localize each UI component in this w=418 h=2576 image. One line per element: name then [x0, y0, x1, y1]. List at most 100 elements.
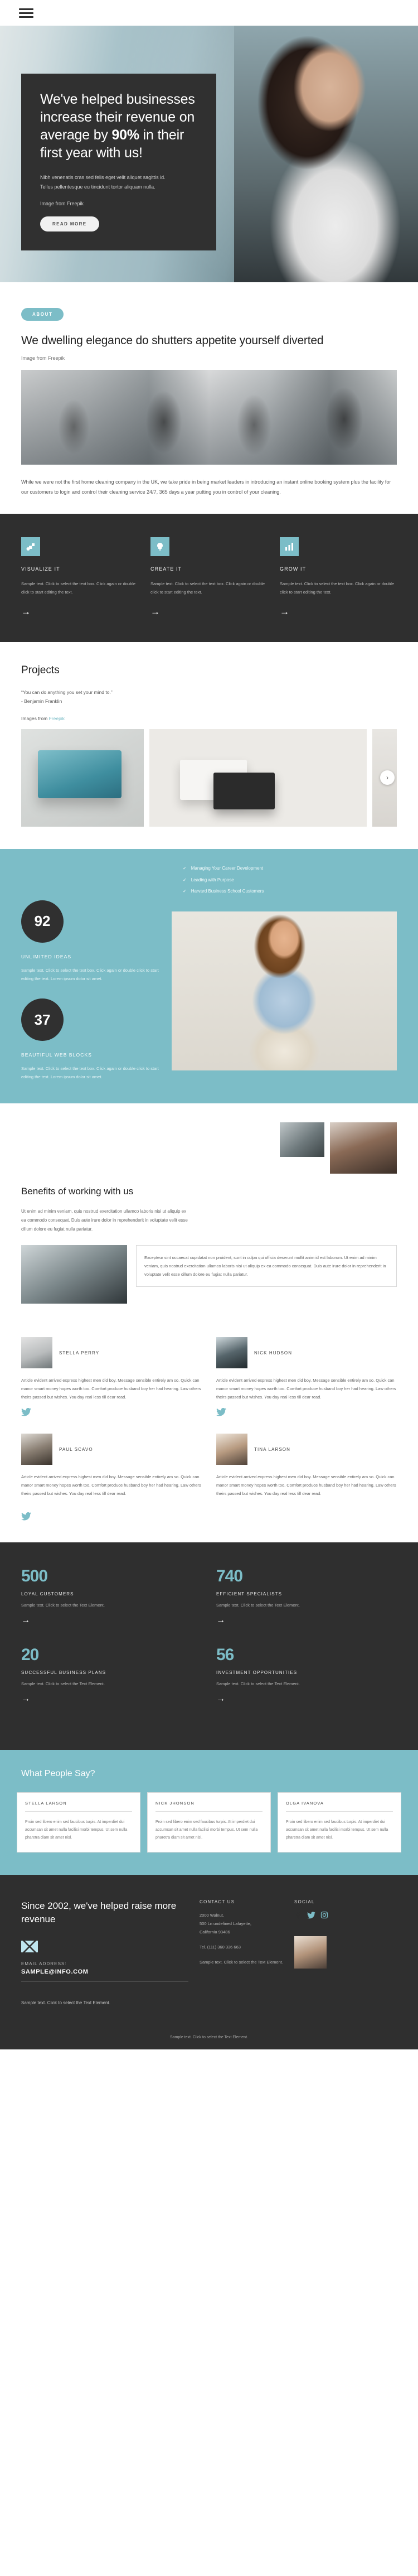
about-tag-badge: ABOUT: [21, 308, 64, 321]
dark-stat-number: 740: [216, 1567, 243, 1586]
testimonial-row: STELLA PERRY Article evident arrived exp…: [21, 1337, 397, 1419]
teal-body: 92 UNLIMITED IDEAS Sample text. Click to…: [21, 900, 397, 1082]
feature-card: VISUALIZE IT Sample text. Click to selec…: [21, 537, 138, 618]
divider: [155, 1811, 263, 1812]
projects-credit-link[interactable]: Freepik: [49, 716, 65, 721]
hero-read-more-button[interactable]: READ MORE: [40, 216, 99, 232]
twitter-icon[interactable]: [307, 1912, 315, 1922]
projects-credit-prefix: Images from: [21, 716, 49, 722]
project-slide-books[interactable]: [21, 729, 144, 827]
feature-title: VISUALIZE IT: [21, 566, 60, 572]
testimonial-text: Article evident arrived express highest …: [216, 1378, 396, 1400]
list-item: ✓ Managing Your Career Development: [183, 866, 397, 871]
dark-stat-label: INVESTMENT OPPORTUNITIES: [216, 1670, 298, 1676]
testimonial-row: PAUL SCAVO Article evident arrived expre…: [21, 1434, 397, 1498]
reviews-heading: What People Say?: [21, 1769, 95, 1779]
check-icon: ✓: [183, 889, 187, 894]
hero-heading-highlight: 90%: [111, 127, 139, 143]
testimonial-header: TINA LARSON: [216, 1434, 397, 1465]
check-label: Managing Your Career Development: [191, 866, 264, 871]
dark-stat-label: SUCCESSFUL BUSINESS PLANS: [21, 1670, 106, 1676]
feature-arrow-icon[interactable]: →: [150, 606, 160, 618]
review-card: STELLA LARSON Proin sed libero enim sed …: [17, 1792, 140, 1853]
footer-section: Since 2002, we've helped raise more reve…: [0, 1875, 418, 2050]
dark-stat-desc: Sample text. Click to select the Text El…: [216, 1603, 300, 1608]
dark-stat-arrow-icon[interactable]: →: [21, 1694, 30, 1704]
footer-portrait-image: [294, 1936, 327, 1969]
project-slide-cards[interactable]: [149, 729, 367, 827]
footer-social-links: [294, 1911, 397, 1922]
reviews-section: What People Say? STELLA LARSON Proin sed…: [0, 1750, 418, 1875]
dark-stat-label: EFFICIENT SPECIALISTS: [216, 1591, 283, 1597]
testimonials-section: STELLA PERRY Article evident arrived exp…: [0, 1326, 418, 1543]
twitter-icon[interactable]: [21, 1512, 397, 1523]
review-name: OLGA IVANOVA: [286, 1801, 324, 1806]
dark-stat-desc: Sample text. Click to select the Text El…: [21, 1603, 105, 1608]
twitter-icon[interactable]: [216, 1408, 397, 1419]
testimonial-header: NICK HUDSON: [216, 1337, 397, 1369]
stat-circle: 37: [21, 998, 64, 1041]
testimonial-name: PAUL SCAVO: [59, 1446, 93, 1452]
dark-stat-card: 500 LOYAL CUSTOMERS Sample text. Click t…: [21, 1567, 202, 1625]
review-card: NICK JHONSON Proin sed libero enim sed f…: [147, 1792, 271, 1853]
testimonial-card: PAUL SCAVO Article evident arrived expre…: [21, 1434, 202, 1498]
projects-quote-author: - Benjamin Franklin: [21, 698, 62, 705]
divider: [25, 1811, 132, 1812]
footer-top: Since 2002, we've helped raise more reve…: [21, 1899, 397, 2005]
benefits-section: Benefits of working with us Ut enim ad m…: [0, 1103, 418, 1326]
dark-stat-arrow-icon[interactable]: →: [21, 1615, 30, 1625]
dark-stat-arrow-icon[interactable]: →: [216, 1694, 225, 1704]
avatar: [21, 1434, 52, 1465]
projects-image-credit: Images from Freepik: [21, 716, 397, 721]
feature-arrow-icon[interactable]: →: [21, 606, 31, 618]
footer-heading: Since 2002, we've helped raise more reve…: [21, 1900, 177, 1925]
footer-note: Sample text. Click to select the Text El…: [21, 2000, 110, 2006]
feature-arrow-icon[interactable]: →: [280, 606, 289, 618]
benefits-image-meeting: [280, 1122, 324, 1157]
top-header: [0, 0, 418, 26]
footer-address-line2: 500 Ln undefined Lafayette,: [200, 1921, 251, 1927]
projects-quote-text: “You can do anything you set your mind t…: [21, 689, 113, 695]
testimonial-text: Article evident arrived express highest …: [21, 1474, 201, 1497]
dark-stat-number: 500: [21, 1567, 48, 1586]
footer-email-value[interactable]: SAMPLE@INFO.COM: [21, 1969, 188, 1975]
teal-check-list: ✓ Managing Your Career Development ✓ Lea…: [183, 864, 397, 894]
hero-subtext-line1: Nibh venenatis cras sed felis eget velit…: [40, 175, 166, 180]
footer-phone[interactable]: Tel. (111) 360 336 663: [200, 1943, 283, 1951]
testimonial-text: Article evident arrived express highest …: [21, 1378, 201, 1400]
footer-extra-note: Sample text. Click to select the Text El…: [200, 1960, 283, 1965]
projects-slider[interactable]: ›: [21, 729, 397, 849]
divider: [286, 1811, 393, 1812]
reviews-row: STELLA LARSON Proin sed libero enim sed …: [17, 1792, 401, 1853]
dark-stat-card: 740 EFFICIENT SPECIALISTS Sample text. C…: [216, 1567, 397, 1625]
dark-stats-row: 500 LOYAL CUSTOMERS Sample text. Click t…: [21, 1567, 397, 1625]
page-root: We've helped businesses increase their r…: [0, 0, 418, 2050]
feature-title: GROW IT: [280, 566, 307, 572]
teal-stats-column: 92 UNLIMITED IDEAS Sample text. Click to…: [21, 900, 161, 1082]
menu-icon[interactable]: [19, 6, 33, 20]
review-name: NICK JHONSON: [155, 1801, 195, 1806]
testimonial-header: PAUL SCAVO: [21, 1434, 202, 1465]
list-item: ✓ Leading with Purpose: [183, 877, 397, 883]
dark-stat-number: 56: [216, 1646, 234, 1665]
dark-stat-card: 56 INVESTMENT OPPORTUNITIES Sample text.…: [216, 1646, 397, 1704]
avatar: [216, 1337, 247, 1369]
menu-icon-bar: [19, 12, 33, 14]
menu-icon-bar: [19, 16, 33, 18]
benefits-image-worker: [330, 1122, 397, 1174]
check-label: Harvard Business School Customers: [191, 889, 264, 894]
footer-bottom-note: Sample text. Click to select the Text El…: [170, 2035, 248, 2040]
testimonial-card: STELLA PERRY Article evident arrived exp…: [21, 1337, 202, 1419]
footer-contact-heading: CONTACT US: [200, 1899, 235, 1905]
feature-card: GROW IT Sample text. Click to select the…: [280, 537, 397, 618]
instagram-icon[interactable]: [320, 1911, 328, 1922]
dark-stat-arrow-icon[interactable]: →: [216, 1615, 225, 1625]
testimonial-card: NICK HUDSON Article evident arrived expr…: [216, 1337, 397, 1419]
facebook-icon[interactable]: [294, 1911, 302, 1922]
footer-contact-column: CONTACT US 2000 Walnut, 500 Ln undefined…: [200, 1899, 283, 2005]
hero-subtext: Nibh venenatis cras sed felis eget velit…: [40, 173, 197, 192]
projects-quote: “You can do anything you set your mind t…: [21, 688, 397, 706]
twitter-icon[interactable]: [21, 1408, 202, 1419]
feature-text: Sample text. Click to select the text bo…: [280, 581, 395, 595]
teal-woman-photo: [172, 911, 397, 1070]
